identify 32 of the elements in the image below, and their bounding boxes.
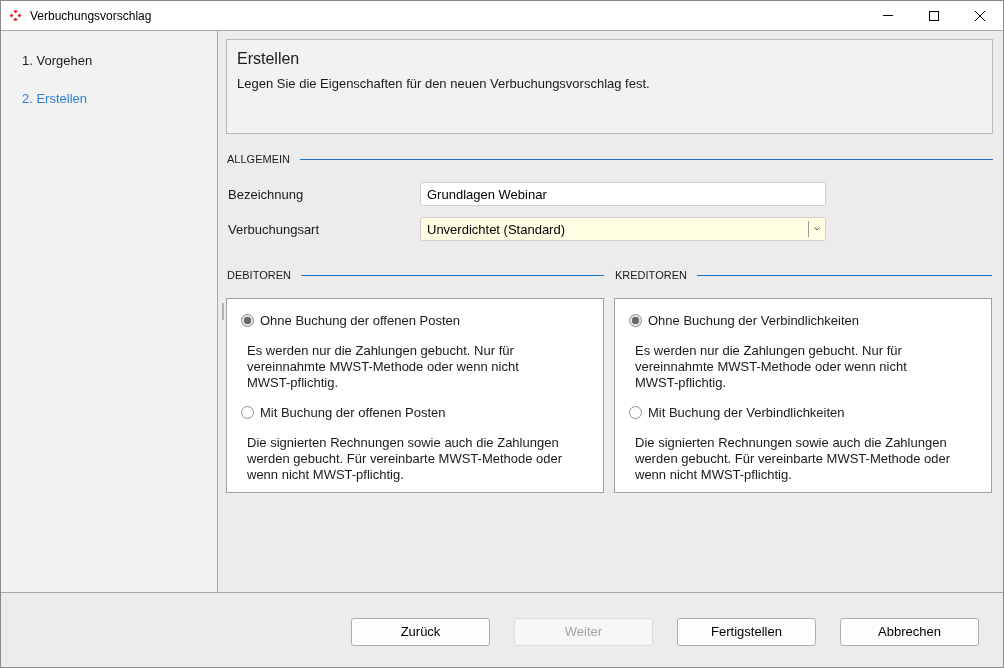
radio-label[interactable]: Mit Buchung der Verbindlichkeiten	[648, 405, 845, 420]
radio-button[interactable]	[241, 406, 254, 419]
section-heading: DEBITOREN	[226, 269, 291, 281]
chevron-down-icon	[814, 227, 820, 231]
minimize-icon	[883, 15, 893, 16]
radio-label[interactable]: Mit Buchung der offenen Posten	[260, 405, 446, 420]
radio-button[interactable]	[629, 314, 642, 327]
input-field[interactable]: Grundlagen Webinar	[420, 182, 826, 206]
dialog-button[interactable]: Abbrechen	[840, 617, 979, 646]
option-description: Es werden nur die Zahlungen gebucht. Nur für vereinnahmte MWST-Methode oder wenn nicht MWST-pflichtig.	[634, 343, 908, 391]
dialog-button[interactable]: Zurück	[351, 617, 490, 646]
wizard-step: 1. Vorgehen	[22, 51, 93, 71]
page-title: Erstellen	[237, 49, 301, 69]
radio-label[interactable]: Ohne Buchung der offenen Posten	[260, 313, 460, 328]
window-title: Verbuchungsvorschlag	[30, 8, 152, 23]
radio-button[interactable]	[629, 406, 642, 419]
section-heading: KREDITOREN	[614, 269, 687, 281]
close-icon	[975, 10, 985, 21]
section-heading: ALLGEMEIN	[226, 153, 290, 165]
dialog-button[interactable]: Fertigstellen	[677, 617, 816, 646]
radio-label[interactable]: Ohne Buchung der Verbindlichkeiten	[648, 313, 860, 328]
page-description: Legen Sie die Eigenschaften für den neuen Verbuchungsvorschlag fest.	[237, 76, 651, 92]
option-description: Die signierten Rechnungen sowie auch die Zahlungen werden gebucht. Für vereinbarte MWST-Methode oder wenn nicht MWST-pflichtig.	[634, 435, 952, 483]
app-logo-icon	[10, 10, 21, 21]
option-description: Die signierten Rechnungen sowie auch die Zahlungen werden gebucht. Für vereinbarte MWST-Methode oder wenn nicht MWST-pflichtig.	[246, 435, 564, 483]
maximize-icon	[929, 10, 939, 21]
dropdown-field[interactable]: Unverdichtet (Standard)	[420, 217, 826, 241]
option-description: Es werden nur die Zahlungen gebucht. Nur für vereinnahmte MWST-Methode oder wenn nicht MWST-pflichtig.	[246, 343, 520, 391]
radio-button[interactable]	[241, 314, 254, 327]
field-label: Bezeichnung	[227, 186, 305, 202]
wizard-step: 2. Erstellen	[22, 89, 88, 109]
field-label: Verbuchungsart	[227, 221, 321, 237]
